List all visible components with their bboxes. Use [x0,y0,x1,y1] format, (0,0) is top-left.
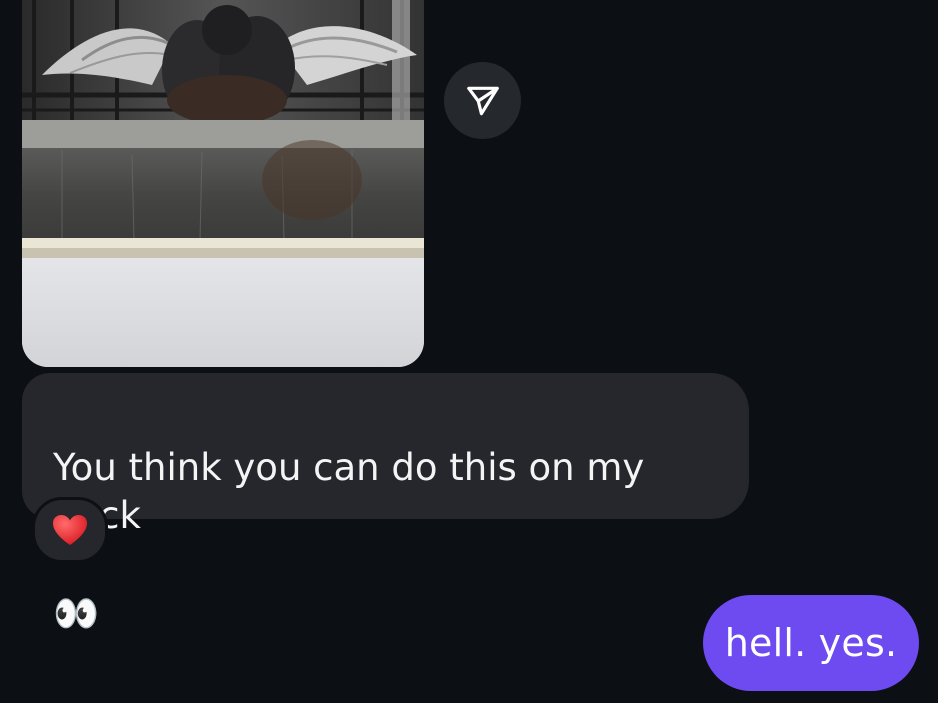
outgoing-message-text: hell. yes. [724,621,898,665]
incoming-message-bubble[interactable]: You think you can do this on my back 👀 [22,373,749,635]
incoming-message-text: You think you can do this on my back [53,446,645,537]
heart-icon [53,515,87,545]
share-button[interactable] [444,62,521,139]
eyes-emoji: 👀 [53,592,100,635]
outgoing-message-bubble[interactable]: hell. yes. [703,595,919,691]
heart-reaction[interactable]: ❤️ [32,497,108,563]
shared-photo [22,0,424,367]
chat-thread: You think you can do this on my back 👀 ❤… [0,0,938,703]
shared-photo-message[interactable] [22,0,424,367]
paper-plane-icon [466,86,499,115]
